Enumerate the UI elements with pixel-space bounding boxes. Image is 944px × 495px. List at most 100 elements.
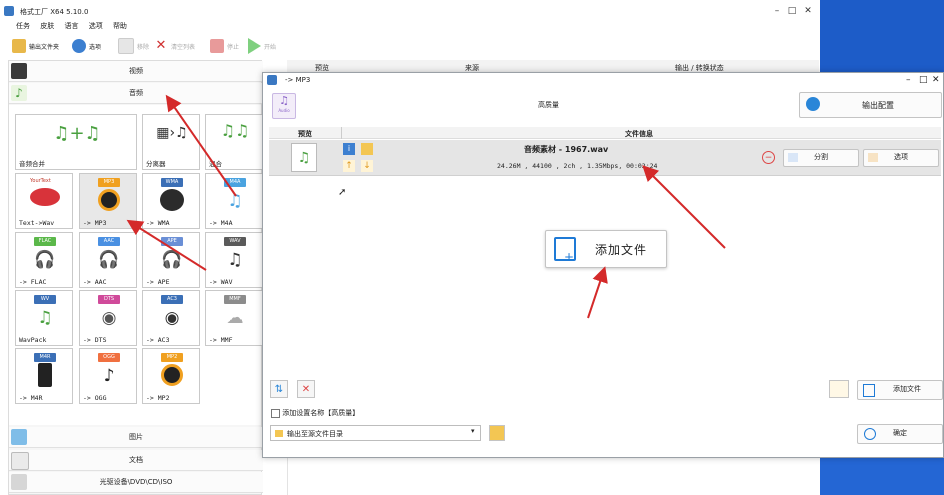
tile-to-dts[interactable]: DTS ◉ -> DTS [79,290,137,346]
clear-list-label: 清空列表 [171,43,196,51]
music-note-icon: ♫ [227,191,243,211]
tile-splitter[interactable]: ▦›♫ 分离器 [142,114,200,170]
tile-audio-merge[interactable]: ♫+♫ 音频合并 [15,114,137,170]
open-folder-icon[interactable] [361,143,373,155]
move-up-icon[interactable]: ↑ [343,160,355,172]
output-folder-label: 输出文件夹 [29,43,60,51]
tile-mix[interactable]: ♫♫ 混合 [205,114,263,170]
close-icon[interactable]: ✕ [801,4,815,18]
split-button[interactable]: 分割 [783,149,859,167]
maximize-icon[interactable]: □ [785,4,799,18]
add-setting-checkbox[interactable] [271,408,280,418]
add-setting-label: 添加设置名称【高质量】 [282,409,360,417]
tile-badge: WAV [224,237,246,246]
menu-options[interactable]: 选项 [89,21,103,31]
delete-file-icon[interactable]: ✕ [297,380,315,398]
cursor-icon: ➚ [338,187,347,198]
category-video[interactable]: 视频 [9,61,263,82]
app-logo-icon [4,6,14,16]
tile-label: -> M4A [209,219,233,227]
remove-circle-icon[interactable]: − [762,151,775,164]
category-picture-label: 图片 [129,433,143,441]
ok-button[interactable]: 确定 [857,424,943,444]
tile-wavpack[interactable]: WV ♫ WavPack [15,290,73,346]
clear-icon: ✕ [155,38,167,53]
folder-icon [12,39,26,53]
ok-label: 确定 [893,429,907,437]
browse-folder-icon[interactable] [489,425,505,441]
tile-to-wma[interactable]: WMA -> WMA [142,173,200,229]
add-file-icon: + [554,237,576,264]
tile-to-m4r[interactable]: M4R -> M4R [15,348,73,404]
add-setting-checkbox-row[interactable]: 添加设置名称【高质量】 [271,408,359,420]
tile-badge: WV [34,295,56,304]
file-table-header: 预览 文件信息 [269,127,941,139]
info-icon[interactable]: i [343,143,355,155]
add-file-big-button[interactable]: + 添加文件 [545,230,667,268]
remove-button[interactable]: 移除 [118,37,149,55]
file-row[interactable]: ♫ i ↑ ↓ 音频素材 - 1967.wav 24.26M , 44100 ,… [269,140,941,176]
document-icon [11,452,29,470]
category-document-label: 文档 [129,456,143,464]
output-config-label: 输出配置 [862,101,894,110]
start-button[interactable]: 开始 [248,37,276,55]
tile-to-mp3[interactable]: MP3 -> MP3 [79,173,137,229]
dialog-maximize-icon[interactable]: □ [919,73,928,87]
output-dir-select[interactable]: 输出至源文件目录 ▾ [270,425,481,441]
speaker-icon: ◉ [101,308,117,328]
clear-list-button[interactable]: ✕ 清空列表 [154,37,195,55]
dialog-close-icon[interactable]: ✕ [932,73,940,87]
tile-to-ape[interactable]: APE 🎧 -> APE [142,232,200,288]
category-picture[interactable]: 图片 [9,427,263,448]
speaker-icon [161,364,183,386]
tile-to-wav[interactable]: WAV ♫ -> WAV [205,232,263,288]
row-options-button[interactable]: 选项 [863,149,939,167]
move-down-icon[interactable]: ↓ [361,160,373,172]
options-icon [72,39,86,53]
tile-to-aac[interactable]: AAC 🎧 -> AAC [79,232,137,288]
sort-icon[interactable]: ⇅ [270,380,288,398]
options-label: 选项 [89,43,102,51]
tile-badge: M4A [224,178,246,187]
main-titlebar: 格式工厂 X64 5.10.0 – □ ✕ [0,0,820,22]
tile-label: 混合 [209,160,222,168]
category-document[interactable]: 文档 [9,450,263,471]
menu-help[interactable]: 帮助 [113,21,127,31]
file-details: 24.26M , 44100 , 2ch , 1.35Mbps, 00:02:2… [497,162,658,170]
add-file-small-icon [863,384,875,397]
tile-text-to-wav[interactable]: YourText Text->Wav [15,173,73,229]
tile-to-flac[interactable]: FLAC 🎧 -> FLAC [15,232,73,288]
headphones-icon: 🎧 [98,250,120,270]
tile-to-mmf[interactable]: MMF ☁ -> MMF [205,290,263,346]
output-config-button[interactable]: 输出配置 [799,92,942,118]
music-note-icon: ♪ [11,85,27,101]
category-disc[interactable]: 光驱设备\DVD\CD\ISO [9,472,263,493]
quality-label: 高质量 [538,101,559,109]
stop-button[interactable]: 停止 [210,37,239,55]
app-title: 格式工厂 X64 5.10.0 [20,8,89,16]
tile-to-mp2[interactable]: MP2 -> MP2 [142,348,200,404]
menu-language[interactable]: 语言 [64,21,78,31]
tile-to-m4a[interactable]: M4A ♫ -> M4A [205,173,263,229]
options-button[interactable]: 选项 [72,37,101,55]
add-folder-icon[interactable] [829,380,849,398]
add-file-big-label: 添加文件 [595,243,648,257]
audio-merge-icon: ♫+♫ [53,123,101,144]
folder-icon [275,430,283,437]
remove-label: 移除 [137,43,150,51]
output-folder-button[interactable]: 输出文件夹 [12,37,59,55]
tile-label: -> WAV [209,278,233,286]
main-toolbar: 输出文件夹 选项 移除 ✕ 清空列表 停止 开始 [0,34,290,58]
add-file-button[interactable]: 添加文件 [857,380,943,400]
col-preview: 预览 [298,130,312,138]
disc-note-icon [160,189,184,211]
tile-label: -> AC3 [146,336,170,344]
tile-to-ac3[interactable]: AC3 ◉ -> AC3 [142,290,200,346]
disc-icon [11,474,27,490]
tile-to-ogg[interactable]: OGG ♪ -> OGG [79,348,137,404]
minimize-icon[interactable]: – [770,4,784,18]
menu-task[interactable]: 任务 [16,21,30,31]
category-audio[interactable]: ♪ 音频 [9,83,263,104]
menu-skin[interactable]: 皮肤 [40,21,54,31]
dialog-minimize-icon[interactable]: – [906,73,911,87]
